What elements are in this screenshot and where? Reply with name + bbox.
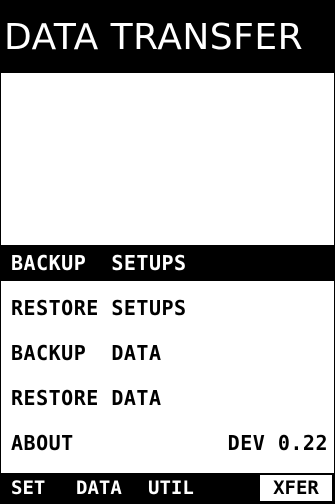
menu-item-label: RESTORE DATA bbox=[11, 386, 162, 410]
menu-item-backup-data[interactable]: BACKUP DATA bbox=[1, 335, 334, 371]
tab-xfer[interactable]: XFER bbox=[260, 475, 332, 501]
menu-item-label: ABOUT bbox=[11, 431, 74, 455]
menu-item-about[interactable]: ABOUT DEV 0.22 bbox=[1, 425, 334, 461]
version-value: DEV 0.22 bbox=[227, 431, 328, 455]
tab-set[interactable]: SET bbox=[1, 473, 76, 503]
tab-bar: SET DATA UTIL XFER bbox=[1, 473, 334, 503]
tab-util[interactable]: UTIL bbox=[148, 473, 208, 503]
menu-item-backup-setups[interactable]: BACKUP SETUPS bbox=[1, 245, 334, 281]
menu-item-restore-data[interactable]: RESTORE DATA bbox=[1, 380, 334, 416]
menu-item-restore-setups[interactable]: RESTORE SETUPS bbox=[1, 290, 334, 326]
page-title-bar: DATA TRANSFER bbox=[1, 1, 334, 73]
tab-data[interactable]: DATA bbox=[76, 473, 148, 503]
device-screen: DATA TRANSFER BACKUP SETUPS RESTORE SETU… bbox=[0, 0, 335, 504]
menu-item-label: BACKUP SETUPS bbox=[11, 251, 187, 275]
menu-item-label: RESTORE SETUPS bbox=[11, 296, 187, 320]
menu-item-label: BACKUP DATA bbox=[11, 341, 162, 365]
page-title: DATA TRANSFER bbox=[4, 16, 304, 58]
menu-list: BACKUP SETUPS RESTORE SETUPS BACKUP DATA… bbox=[1, 245, 334, 470]
